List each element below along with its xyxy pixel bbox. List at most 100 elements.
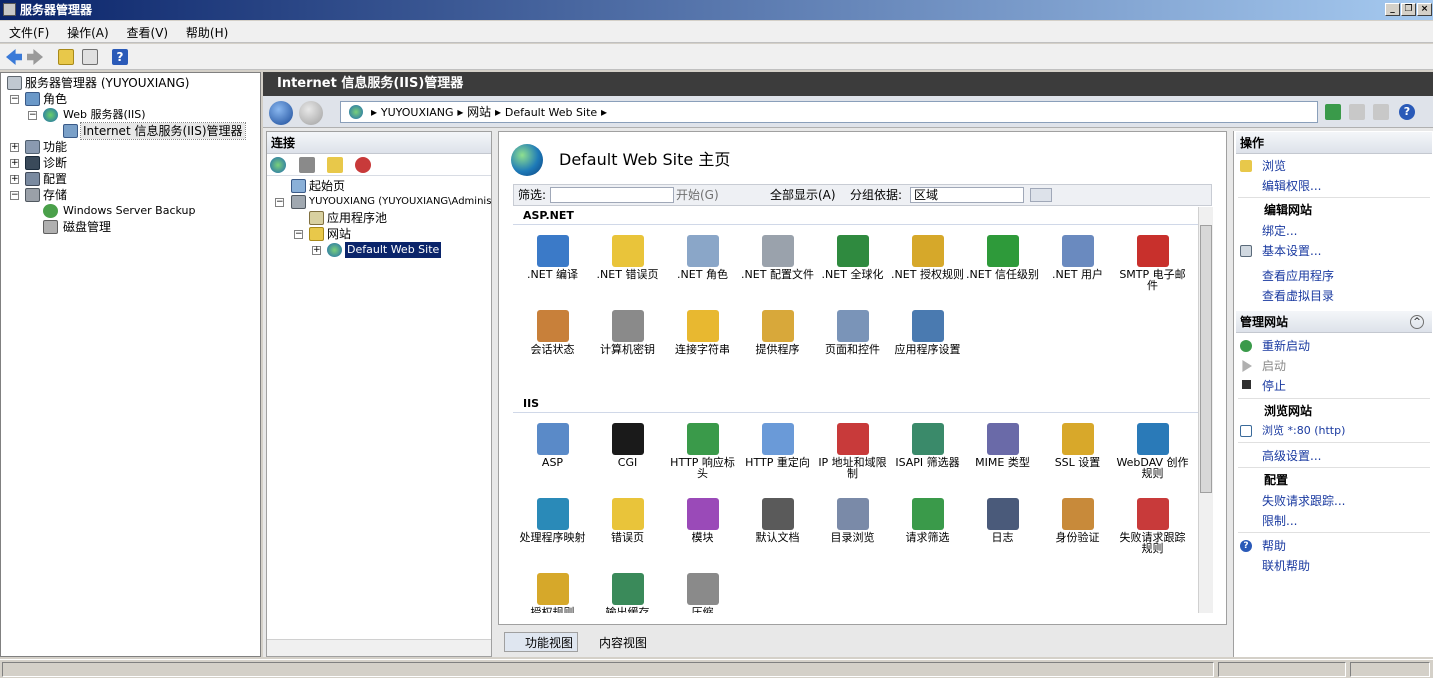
tree-item-disk-management[interactable]: 磁盘管理 xyxy=(63,219,111,235)
menu-file[interactable]: 文件(F) xyxy=(0,21,56,44)
close-button[interactable]: × xyxy=(1417,3,1432,16)
collapse-server-toggle[interactable]: − xyxy=(275,198,284,207)
tree-item-features[interactable]: 功能 xyxy=(43,139,67,155)
iis-feature[interactable]: 压缩 xyxy=(665,565,740,613)
aspnet-feature[interactable]: 应用程序设置 xyxy=(890,302,965,377)
aspnet-feature[interactable]: .NET 角色 xyxy=(665,227,740,302)
expand-configuration-toggle[interactable]: + xyxy=(10,175,19,184)
up-folder-icon[interactable] xyxy=(58,49,74,65)
go-button[interactable]: 开始(G) xyxy=(676,185,719,205)
action-view-applications[interactable]: 查看应用程序 xyxy=(1262,268,1334,284)
tab-features-view[interactable]: 功能视图 xyxy=(504,632,579,652)
breadcrumb-sites[interactable]: 网站 xyxy=(467,105,491,119)
features-vertical-scrollbar[interactable] xyxy=(1198,207,1213,613)
iis-feature[interactable]: IP 地址和域限制 xyxy=(815,415,890,490)
aspnet-feature[interactable]: .NET 授权规则 xyxy=(890,227,965,302)
iis-feature[interactable]: 处理程序映射 xyxy=(515,490,590,565)
tree-item-storage[interactable]: 存储 xyxy=(43,187,67,203)
tab-content-view[interactable]: 内容视图 xyxy=(578,632,652,652)
breadcrumb-default-web-site[interactable]: Default Web Site xyxy=(505,106,597,119)
iis-feature[interactable]: HTTP 响应标头 xyxy=(665,415,740,490)
tree-item-web-server[interactable]: Web 服务器(IIS) xyxy=(63,107,146,123)
iis-feature[interactable]: ISAPI 筛选器 xyxy=(890,415,965,490)
action-browse[interactable]: 浏览 xyxy=(1262,158,1286,174)
home-icon[interactable] xyxy=(1373,104,1389,120)
iis-feature[interactable]: WebDAV 创作规则 xyxy=(1115,415,1190,490)
iis-feature[interactable]: ASP xyxy=(515,415,590,490)
aspnet-feature[interactable]: .NET 错误页 xyxy=(590,227,665,302)
iis-feature[interactable]: SSL 设置 xyxy=(1040,415,1115,490)
show-all-button[interactable]: 全部显示(A) xyxy=(754,185,836,205)
tree-item-server-manager[interactable]: 服务器管理器 (YUYOUXIANG) xyxy=(25,75,189,91)
collapse-web-server-toggle[interactable]: − xyxy=(28,111,37,120)
iis-feature[interactable]: MIME 类型 xyxy=(965,415,1040,490)
restore-button[interactable]: ❐ xyxy=(1401,3,1416,16)
iis-feature[interactable]: 默认文档 xyxy=(740,490,815,565)
iis-feature[interactable]: 目录浏览 xyxy=(815,490,890,565)
aspnet-feature[interactable]: .NET 编译 xyxy=(515,227,590,302)
up-folder-icon[interactable] xyxy=(327,157,343,173)
aspnet-feature[interactable]: .NET 全球化 xyxy=(815,227,890,302)
tree-item-windows-server-backup[interactable]: Windows Server Backup xyxy=(63,203,196,219)
iis-feature[interactable]: 请求筛选 xyxy=(890,490,965,565)
aspnet-feature[interactable]: 页面和控件 xyxy=(815,302,890,377)
address-breadcrumb[interactable]: ▸ YUYOUXIANG ▸ 网站 ▸ Default Web Site ▸ xyxy=(340,101,1318,123)
conn-item-sites[interactable]: 网站 xyxy=(327,226,351,242)
expand-default-site-toggle[interactable]: + xyxy=(312,246,321,255)
iis-feature[interactable]: 身份验证 xyxy=(1040,490,1115,565)
stop-icon[interactable] xyxy=(1349,104,1365,120)
save-icon[interactable] xyxy=(299,157,315,173)
conn-item-server[interactable]: YUYOUXIANG (YUYOUXIANG\Adminis xyxy=(309,194,491,210)
iis-feature[interactable]: 模块 xyxy=(665,490,740,565)
collapse-chevron-icon[interactable]: ^ xyxy=(1410,315,1424,329)
collapse-storage-toggle[interactable]: − xyxy=(10,191,19,200)
iis-feature[interactable]: 日志 xyxy=(965,490,1040,565)
tree-item-roles[interactable]: 角色 xyxy=(43,91,67,107)
breadcrumb-server[interactable]: YUYOUXIANG xyxy=(381,106,454,119)
iis-feature[interactable]: 错误页 xyxy=(590,490,665,565)
iis-feature[interactable]: 授权规则 xyxy=(515,565,590,613)
conn-item-start-page[interactable]: 起始页 xyxy=(309,178,345,194)
disconnect-icon[interactable] xyxy=(355,157,371,173)
view-mode-icon[interactable] xyxy=(1030,188,1052,202)
connect-icon[interactable] xyxy=(270,157,286,173)
action-basic-settings[interactable]: 基本设置... xyxy=(1262,243,1321,259)
minimize-button[interactable]: _ xyxy=(1385,3,1400,16)
tree-item-diagnostics[interactable]: 诊断 xyxy=(43,155,67,171)
action-bindings[interactable]: 绑定... xyxy=(1262,223,1297,239)
forward-arrow-icon[interactable] xyxy=(27,49,43,65)
action-help[interactable]: 帮助 xyxy=(1262,538,1286,554)
menu-help[interactable]: 帮助(H) xyxy=(179,21,235,44)
filter-input[interactable] xyxy=(550,187,674,203)
action-advanced-settings[interactable]: 高级设置... xyxy=(1262,448,1321,464)
help-icon[interactable]: ? xyxy=(1399,104,1415,120)
action-limits[interactable]: 限制... xyxy=(1262,513,1297,529)
action-edit-permissions[interactable]: 编辑权限... xyxy=(1262,178,1321,194)
action-restart[interactable]: 重新启动 xyxy=(1262,338,1310,354)
action-online-help[interactable]: 联机帮助 xyxy=(1262,558,1310,574)
conn-item-default-web-site[interactable]: Default Web Site xyxy=(345,242,442,258)
aspnet-feature[interactable]: .NET 用户 xyxy=(1040,227,1115,302)
collapse-roles-toggle[interactable]: − xyxy=(10,95,19,104)
aspnet-feature[interactable]: 连接字符串 xyxy=(665,302,740,377)
action-view-virtual-directories[interactable]: 查看虚拟目录 xyxy=(1262,288,1334,304)
iis-feature[interactable]: 输出缓存 xyxy=(590,565,665,613)
expand-features-toggle[interactable]: + xyxy=(10,143,19,152)
conn-item-app-pools[interactable]: 应用程序池 xyxy=(327,210,387,226)
aspnet-feature[interactable]: 会话状态 xyxy=(515,302,590,377)
iis-feature[interactable]: CGI xyxy=(590,415,665,490)
iis-feature[interactable]: 失败请求跟踪规则 xyxy=(1115,490,1190,565)
menu-view[interactable]: 查看(V) xyxy=(120,21,176,44)
action-start[interactable]: 启动 xyxy=(1262,358,1286,374)
group-by-select[interactable]: 区域 xyxy=(910,187,1024,203)
aspnet-feature[interactable]: .NET 信任级别 xyxy=(965,227,1040,302)
aspnet-feature[interactable]: 提供程序 xyxy=(740,302,815,377)
action-browse-port80[interactable]: 浏览 *:80 (http) xyxy=(1262,423,1345,439)
expand-diagnostics-toggle[interactable]: + xyxy=(10,159,19,168)
tree-item-iis-manager[interactable]: Internet 信息服务(IIS)管理器 xyxy=(80,122,246,140)
nav-back-icon[interactable] xyxy=(269,101,293,125)
collapse-sites-toggle[interactable]: − xyxy=(294,230,303,239)
help-icon[interactable]: ? xyxy=(112,49,128,65)
back-arrow-icon[interactable] xyxy=(6,49,22,65)
menu-action[interactable]: 操作(A) xyxy=(60,21,116,44)
